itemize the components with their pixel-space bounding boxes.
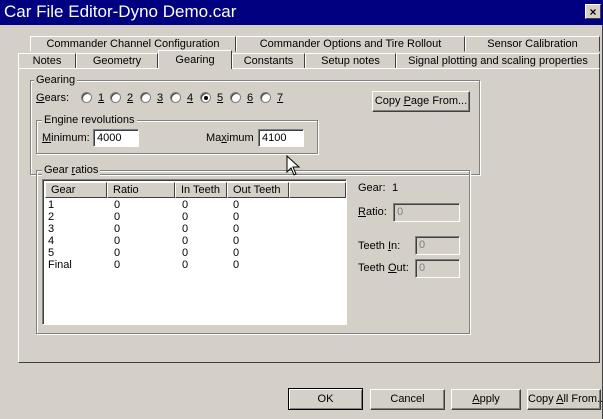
gear-radio-label: 2: [127, 92, 134, 104]
cancel-button[interactable]: Cancel: [370, 389, 445, 410]
mouse-pointer-icon: [286, 155, 301, 176]
tab-gearing[interactable]: Gearing: [158, 50, 232, 69]
ratio-input[interactable]: 0: [393, 203, 460, 222]
gearing-group-title: Gearing: [34, 74, 78, 86]
cell-ratio: 0: [114, 199, 121, 211]
teeth-in-input[interactable]: 0: [415, 236, 460, 255]
cell-in-teeth: 0: [182, 199, 189, 211]
tab-label: Signal plotting and scaling properties: [408, 55, 588, 67]
tab-label: Sensor Calibration: [487, 38, 578, 50]
close-button[interactable]: ×: [585, 4, 601, 19]
gear-ratios-title: Gear ratios: [42, 164, 101, 176]
gear-detail-label: Gear:: [358, 182, 386, 194]
tab-sensor-calibration[interactable]: Sensor Calibration: [465, 36, 600, 52]
tab-label: Notes: [32, 55, 62, 67]
maximum-input[interactable]: 4100: [258, 129, 304, 147]
column-header-in-teeth[interactable]: In Teeth: [175, 182, 227, 198]
minimum-input[interactable]: 4000: [93, 129, 139, 147]
tab-constants[interactable]: Constants: [232, 53, 305, 69]
gear-radio-label: 7: [277, 92, 284, 104]
cell-gear: 5: [48, 247, 55, 259]
gear-radio-4[interactable]: [170, 92, 181, 103]
gear-radio-2[interactable]: [110, 92, 121, 103]
gear-radio-5[interactable]: [200, 92, 211, 103]
cell-in-teeth: 0: [182, 235, 189, 247]
gears-label: Gears:: [36, 92, 70, 104]
cell-out-teeth: 0: [233, 247, 240, 259]
cell-gear: Final: [48, 259, 72, 271]
teeth-out-label: Teeth Out:: [358, 262, 409, 274]
tab-commander-options[interactable]: Commander Options and Tire Rollout: [236, 36, 465, 52]
teeth-in-label: Teeth In:: [358, 240, 401, 252]
cell-gear: 3: [48, 223, 55, 235]
tab-label: Setup notes: [321, 55, 380, 67]
gear-radio-7[interactable]: [260, 92, 271, 103]
radio-selected-dot: [204, 96, 208, 100]
cell-out-teeth: 0: [233, 211, 240, 223]
tab-label: Gearing: [175, 54, 215, 66]
cell-gear: 2: [48, 211, 55, 223]
gear-radio-6[interactable]: [230, 92, 241, 103]
gear-radio-label: 1: [98, 92, 105, 104]
gear-radio-1[interactable]: [81, 92, 92, 103]
ok-button[interactable]: OK: [288, 388, 363, 410]
gear-radio-label: 6: [247, 92, 254, 104]
cell-in-teeth: 0: [182, 223, 189, 235]
gear-radio-3[interactable]: [140, 92, 151, 103]
gear-ratios-list[interactable]: Gear Ratio In Teeth Out Teeth 1 0 0 0 2 …: [42, 179, 347, 325]
cell-out-teeth: 0: [233, 199, 240, 211]
tab-signal-plotting[interactable]: Signal plotting and scaling properties: [396, 53, 600, 69]
column-header-out-teeth[interactable]: Out Teeth: [227, 182, 289, 198]
column-header-gear[interactable]: Gear: [45, 182, 107, 198]
maximum-label: Maximum: [206, 132, 254, 144]
apply-button[interactable]: Apply: [451, 389, 521, 410]
copy-all-from-button[interactable]: Copy All From...: [527, 389, 603, 410]
teeth-out-input[interactable]: 0: [415, 259, 460, 278]
gear-radio-label: 5: [217, 92, 224, 104]
tab-setup-notes[interactable]: Setup notes: [305, 53, 396, 69]
gear-radio-label: 3: [157, 92, 164, 104]
title-bar[interactable]: Car File Editor-Dyno Demo.car ×: [0, 0, 603, 25]
tab-label: Commander Options and Tire Rollout: [259, 38, 442, 50]
cell-in-teeth: 0: [182, 211, 189, 223]
copy-page-from-button[interactable]: Copy Page From...: [372, 91, 470, 112]
column-header-filler: [289, 182, 346, 198]
cell-in-teeth: 0: [182, 247, 189, 259]
cell-gear: 4: [48, 235, 55, 247]
tab-label: Geometry: [92, 55, 142, 67]
cell-ratio: 0: [114, 235, 121, 247]
gear-radio-label: 4: [187, 92, 194, 104]
close-icon: ×: [589, 5, 597, 19]
minimum-label: Minimum:: [42, 132, 90, 144]
cell-out-teeth: 0: [233, 235, 240, 247]
gear-detail-value: 1: [392, 182, 399, 194]
tab-label: Commander Channel Configuration: [46, 38, 220, 50]
tab-geometry[interactable]: Geometry: [76, 53, 158, 69]
cell-out-teeth: 0: [233, 259, 240, 271]
tab-label: Constants: [243, 55, 294, 67]
tab-notes[interactable]: Notes: [18, 53, 76, 69]
cell-in-teeth: 0: [182, 259, 189, 271]
ratio-label: Ratio:: [358, 206, 387, 218]
dialog-window: Car File Editor-Dyno Demo.car × Commande…: [0, 0, 603, 419]
cell-ratio: 0: [114, 223, 121, 235]
window-title: Car File Editor-Dyno Demo.car: [4, 2, 237, 21]
cell-ratio: 0: [114, 211, 121, 223]
cell-ratio: 0: [114, 259, 121, 271]
cell-out-teeth: 0: [233, 223, 240, 235]
cell-gear: 1: [48, 199, 55, 211]
column-header-ratio[interactable]: Ratio: [107, 182, 175, 198]
engine-revolutions-title: Engine revolutions: [42, 114, 137, 126]
cell-ratio: 0: [114, 247, 121, 259]
